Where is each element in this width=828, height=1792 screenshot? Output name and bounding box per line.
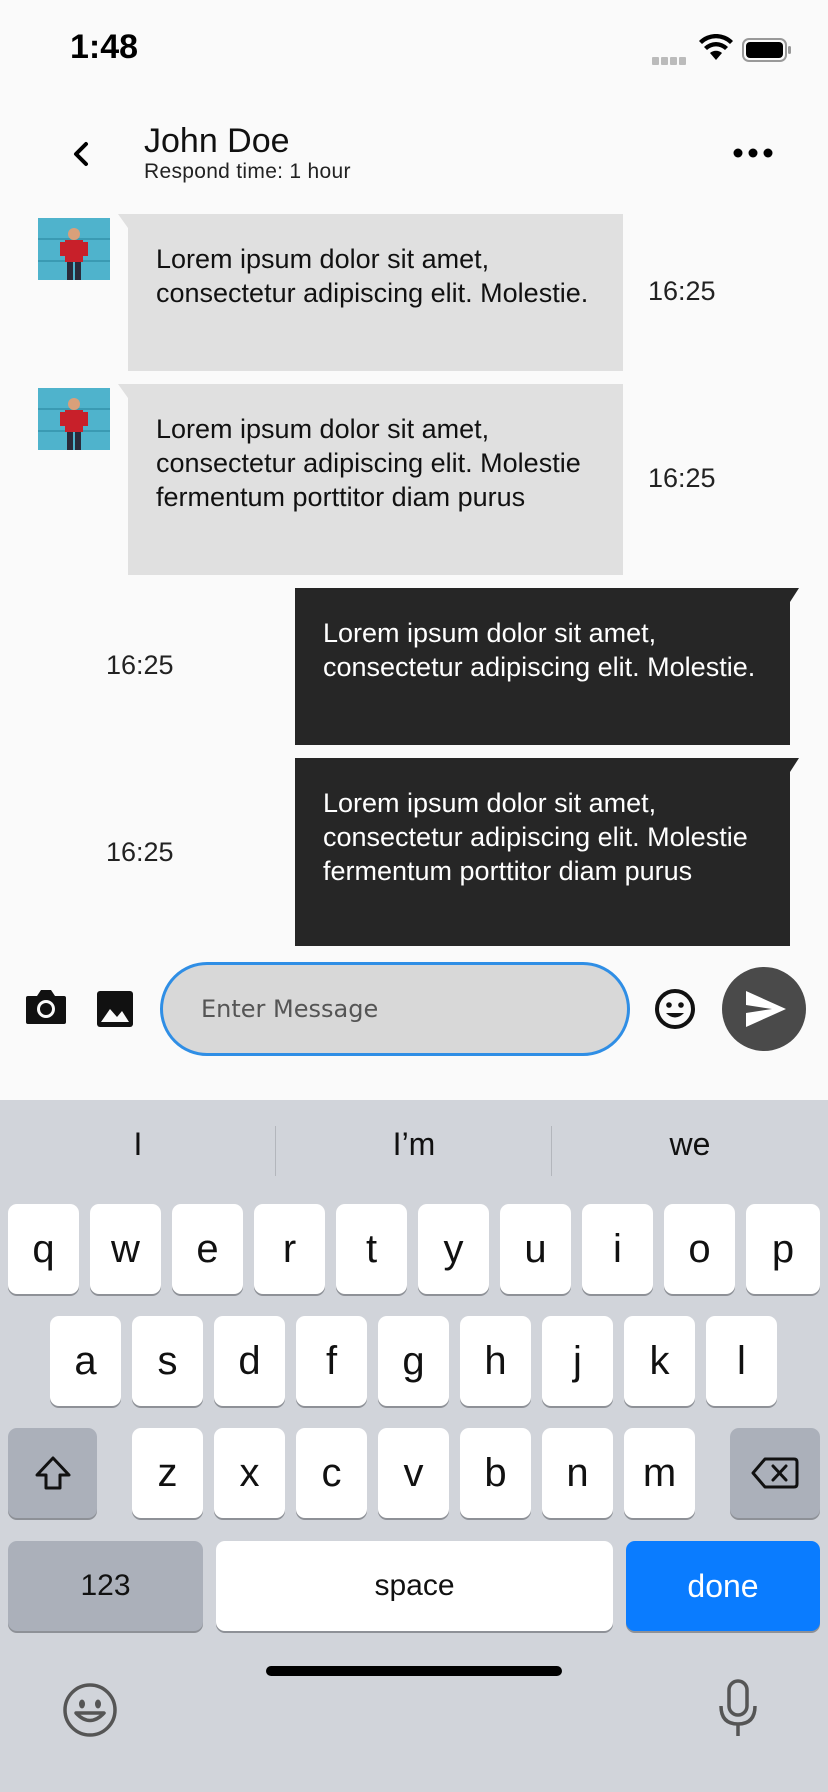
chevron-left-icon[interactable] xyxy=(62,134,102,174)
key[interactable]: c xyxy=(296,1428,367,1518)
suggestion-item[interactable]: we xyxy=(552,1126,828,1163)
key[interactable]: s xyxy=(132,1316,203,1406)
more-horizontal-icon[interactable] xyxy=(730,138,776,168)
status-time: 1:48 xyxy=(70,28,139,66)
key[interactable]: h xyxy=(460,1316,531,1406)
key[interactable]: g xyxy=(378,1316,449,1406)
message-bubble-incoming[interactable]: Lorem ipsum dolor sit amet, consectetur … xyxy=(118,384,623,575)
key[interactable]: w xyxy=(90,1204,161,1294)
message-text: Lorem ipsum dolor sit amet, consectetur … xyxy=(323,788,748,886)
key[interactable]: y xyxy=(418,1204,489,1294)
send-button[interactable] xyxy=(722,967,806,1051)
avatar[interactable] xyxy=(38,218,110,280)
home-indicator xyxy=(266,1666,562,1676)
key[interactable]: l xyxy=(706,1316,777,1406)
keyboard: I I’m we q w e r t y u i o p a s d f g h… xyxy=(0,1100,828,1792)
respond-time: Respond time: 1 hour xyxy=(144,160,351,183)
message-time: 16:25 xyxy=(106,650,174,680)
shift-key[interactable] xyxy=(8,1428,97,1518)
key[interactable]: q xyxy=(8,1204,79,1294)
message-time: 16:25 xyxy=(648,463,716,493)
key[interactable]: m xyxy=(624,1428,695,1518)
backspace-key[interactable] xyxy=(730,1428,820,1518)
key[interactable]: v xyxy=(378,1428,449,1518)
battery-icon xyxy=(742,38,791,62)
message-bubble-incoming[interactable]: Lorem ipsum dolor sit amet, consectetur … xyxy=(118,214,623,371)
contact-name: John Doe xyxy=(144,122,290,160)
key[interactable]: j xyxy=(542,1316,613,1406)
key[interactable]: a xyxy=(50,1316,121,1406)
image-icon[interactable] xyxy=(96,990,134,1028)
message-input[interactable] xyxy=(160,962,630,1056)
key[interactable]: r xyxy=(254,1204,325,1294)
backspace-icon xyxy=(751,1457,799,1489)
microphone-icon[interactable] xyxy=(716,1678,760,1740)
cellular-signal-icon xyxy=(652,52,690,65)
avatar[interactable] xyxy=(38,388,110,450)
message-bubble-outgoing[interactable]: Lorem ipsum dolor sit amet, consectetur … xyxy=(295,758,799,946)
send-icon xyxy=(746,991,786,1027)
chat-header: John Doe Respond time: 1 hour xyxy=(0,110,828,200)
key[interactable]: p xyxy=(746,1204,820,1294)
key[interactable]: f xyxy=(296,1316,367,1406)
shift-icon xyxy=(35,1456,70,1490)
wifi-icon xyxy=(699,34,733,60)
key[interactable]: o xyxy=(664,1204,735,1294)
done-key[interactable]: done xyxy=(626,1541,820,1631)
suggestion-bar: I I’m we xyxy=(0,1100,828,1200)
camera-icon[interactable] xyxy=(24,986,68,1026)
status-bar: 1:48 xyxy=(0,0,828,100)
emoji-icon[interactable] xyxy=(654,988,696,1030)
key[interactable]: t xyxy=(336,1204,407,1294)
keyboard-emoji-icon[interactable] xyxy=(62,1682,118,1738)
suggestion-item[interactable]: I’m xyxy=(276,1126,552,1163)
key[interactable]: x xyxy=(214,1428,285,1518)
key[interactable]: e xyxy=(172,1204,243,1294)
message-time: 16:25 xyxy=(106,837,174,867)
suggestion-item[interactable]: I xyxy=(0,1126,276,1163)
key[interactable]: n xyxy=(542,1428,613,1518)
message-time: 16:25 xyxy=(648,276,716,306)
key[interactable]: z xyxy=(132,1428,203,1518)
numbers-key[interactable]: 123 xyxy=(8,1541,203,1631)
key[interactable]: i xyxy=(582,1204,653,1294)
message-text: Lorem ipsum dolor sit amet, consectetur … xyxy=(156,414,581,512)
message-text: Lorem ipsum dolor sit amet, consectetur … xyxy=(323,618,756,682)
key[interactable]: d xyxy=(214,1316,285,1406)
key[interactable]: b xyxy=(460,1428,531,1518)
space-key[interactable]: space xyxy=(216,1541,613,1631)
key[interactable]: k xyxy=(624,1316,695,1406)
key[interactable]: u xyxy=(500,1204,571,1294)
message-bubble-outgoing[interactable]: Lorem ipsum dolor sit amet, consectetur … xyxy=(295,588,799,745)
message-text: Lorem ipsum dolor sit amet, consectetur … xyxy=(156,244,589,308)
